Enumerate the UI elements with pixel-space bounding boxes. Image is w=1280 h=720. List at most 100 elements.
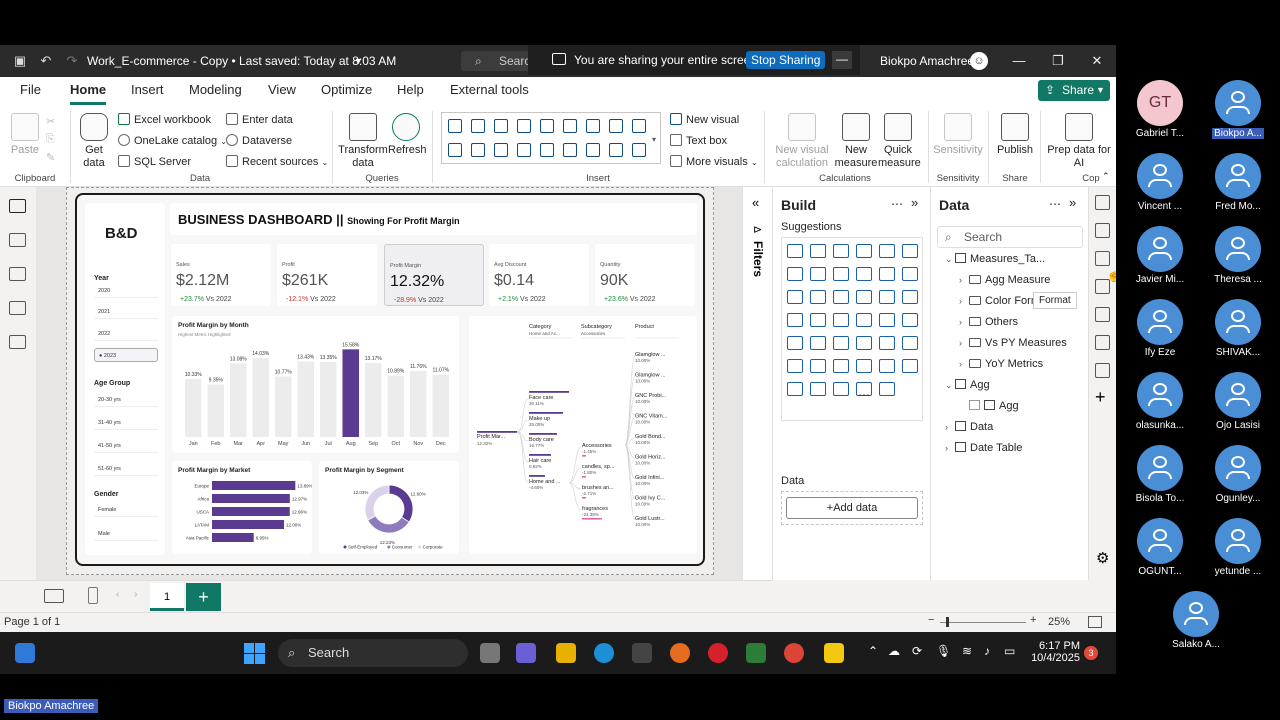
visual-type-icon[interactable] xyxy=(856,336,872,350)
next-page-icon[interactable]: › xyxy=(134,589,137,600)
quick-measure-button[interactable]: Quick measure xyxy=(878,113,921,170)
stacked-column-visual-icon[interactable] xyxy=(471,119,485,133)
recent-sources-button[interactable]: Recent sources ⌄ xyxy=(226,155,328,170)
age-slicer-item[interactable]: 20-30 yrs xyxy=(94,393,158,407)
meet-icon[interactable] xyxy=(516,643,536,663)
map-visual-icon[interactable] xyxy=(517,143,531,157)
participant-tile[interactable]: OGUNT... xyxy=(1120,518,1200,577)
visual-type-icon[interactable] xyxy=(810,290,826,304)
store-icon[interactable] xyxy=(632,643,652,663)
participant-tile[interactable]: Biokpo A... xyxy=(1198,80,1278,144)
visual-type-icon[interactable] xyxy=(810,267,826,281)
visual-type-icon[interactable] xyxy=(879,267,895,281)
gender-slicer-item[interactable]: Male xyxy=(94,527,158,541)
battery-icon[interactable]: ▭ xyxy=(1004,644,1015,658)
firefox-icon[interactable] xyxy=(670,643,690,663)
gender-slicer-item[interactable]: Female xyxy=(94,503,158,517)
performance-icon[interactable] xyxy=(1095,363,1110,378)
zoom-in-icon[interactable]: + xyxy=(1030,614,1036,626)
new-visual-calculation-button[interactable]: New visual calculation xyxy=(770,113,834,170)
visual-type-icon[interactable] xyxy=(879,359,895,373)
transform-data-button[interactable]: Transform data xyxy=(338,113,388,170)
field-table[interactable]: › Data xyxy=(945,421,993,433)
text-box-button[interactable]: Text box xyxy=(670,134,727,148)
kpi-card-quantity[interactable]: Quantity 90K +23.6% Vs 2022 xyxy=(595,244,695,306)
chevron-down-icon[interactable]: ⌄ xyxy=(945,380,955,391)
participant-tile[interactable]: Javier Mi... xyxy=(1120,226,1200,285)
more-options-icon[interactable]: ⋯ xyxy=(1049,197,1061,211)
chevron-down-icon[interactable]: ▼ xyxy=(354,45,363,77)
format-painter-icon[interactable]: ✎ xyxy=(46,151,55,164)
visual-type-icon[interactable] xyxy=(902,336,918,350)
visual-type-icon[interactable] xyxy=(879,244,895,258)
powerbi-icon[interactable] xyxy=(824,643,844,663)
data-search-input[interactable]: ⌕ Search xyxy=(937,226,1083,248)
participant-tile[interactable]: Vincent ... xyxy=(1120,153,1200,212)
visual-type-icon[interactable] xyxy=(787,382,803,396)
clock[interactable]: 6:17 PM 10/4/2025 xyxy=(1030,640,1080,664)
widgets-icon[interactable] xyxy=(15,643,35,663)
visual-type-icon[interactable] xyxy=(856,359,872,373)
selection-icon[interactable] xyxy=(1095,335,1110,350)
menu-insert[interactable]: Insert xyxy=(131,77,164,105)
sync-icon[interactable]: ⟳ xyxy=(912,644,922,658)
more-visuals-button[interactable]: More visuals ⌄ xyxy=(670,155,758,170)
expand-icon[interactable]: « xyxy=(752,195,759,210)
clustered-column-visual-icon[interactable] xyxy=(517,119,531,133)
menu-modeling[interactable]: Modeling xyxy=(189,77,242,105)
menu-file[interactable]: File xyxy=(20,77,41,105)
visual-type-icon[interactable] xyxy=(810,382,826,396)
slicer-visual-icon[interactable] xyxy=(609,143,623,157)
age-slicer-item[interactable]: 31-40 yrs xyxy=(94,416,158,430)
year-slicer-item-selected[interactable]: ● 2023 xyxy=(94,348,158,362)
settings-gear-icon[interactable]: ⚙ xyxy=(1096,549,1109,567)
prev-page-icon[interactable]: ‹ xyxy=(116,589,119,600)
visual-type-icon[interactable] xyxy=(810,313,826,327)
desktop-layout-icon[interactable] xyxy=(44,589,64,603)
format-visual-icon[interactable] xyxy=(1095,251,1110,266)
chevron-right-icon[interactable]: › xyxy=(945,443,955,453)
share-button[interactable]: ⇪ Share ▼ xyxy=(1038,80,1110,101)
stacked-area-visual-icon[interactable] xyxy=(632,119,646,133)
decomposition-tree-panel[interactable]: Category Home and Ac... Subcategory Accesso… xyxy=(469,316,697,554)
copy-icon[interactable]: ⎘ xyxy=(46,133,55,146)
onelake-catalog-button[interactable]: OneLake catalog ⌄ xyxy=(118,134,227,149)
volume-icon[interactable]: ♪ xyxy=(984,644,990,658)
tmdl-view-icon[interactable] xyxy=(9,335,26,349)
participant-tile[interactable]: Salako A... xyxy=(1156,591,1236,650)
participant-tile[interactable]: Fred Mo... xyxy=(1198,153,1278,212)
visual-type-icon[interactable] xyxy=(833,244,849,258)
participant-tile[interactable]: Bisola To... xyxy=(1120,445,1200,504)
stacked-bar-visual-icon[interactable] xyxy=(448,119,462,133)
restore-icon[interactable]: ❐ xyxy=(1039,45,1077,77)
collapse-ribbon-icon[interactable]: ⌃ xyxy=(1102,171,1110,182)
year-slicer-item[interactable]: 2020 xyxy=(94,284,158,298)
chevron-down-icon[interactable]: ⌄ xyxy=(945,254,955,265)
field-folder[interactable]: › YoY Metrics xyxy=(959,358,1043,370)
taskbar-search[interactable]: ⌕ Search xyxy=(278,639,468,667)
menu-external-tools[interactable]: External tools xyxy=(450,77,529,105)
visual-type-icon[interactable] xyxy=(856,267,872,281)
save-icon[interactable]: ▣ xyxy=(10,45,30,77)
card-visual-icon[interactable] xyxy=(563,143,577,157)
visual-type-icon[interactable] xyxy=(902,290,918,304)
zoom-slider[interactable] xyxy=(940,617,1026,627)
file-explorer-icon[interactable] xyxy=(556,643,576,663)
visual-gallery[interactable] xyxy=(441,112,661,164)
visual-type-icon[interactable] xyxy=(833,290,849,304)
market-chart-panel[interactable]: Profit Margin by Market Europe 13.89% Afri… xyxy=(172,461,312,554)
visual-type-icon[interactable] xyxy=(787,244,803,258)
visual-type-icon[interactable] xyxy=(787,359,803,373)
visual-type-icon[interactable] xyxy=(810,359,826,373)
field-folder[interactable]: › Agg Measure xyxy=(959,274,1050,286)
minimize-banner-button[interactable]: — xyxy=(832,51,852,69)
field-table[interactable]: › Date Table xyxy=(945,442,1022,454)
participant-tile[interactable]: yetunde ... xyxy=(1198,518,1278,577)
treemap-visual-icon[interactable] xyxy=(494,143,508,157)
visual-type-icon[interactable] xyxy=(879,336,895,350)
line-visual-icon[interactable] xyxy=(586,119,600,133)
new-measure-button[interactable]: New measure xyxy=(834,113,878,170)
dataverse-button[interactable]: Dataverse xyxy=(226,134,292,148)
chevron-right-icon[interactable]: › xyxy=(959,317,969,327)
collapse-pane-icon[interactable]: » xyxy=(911,195,918,210)
